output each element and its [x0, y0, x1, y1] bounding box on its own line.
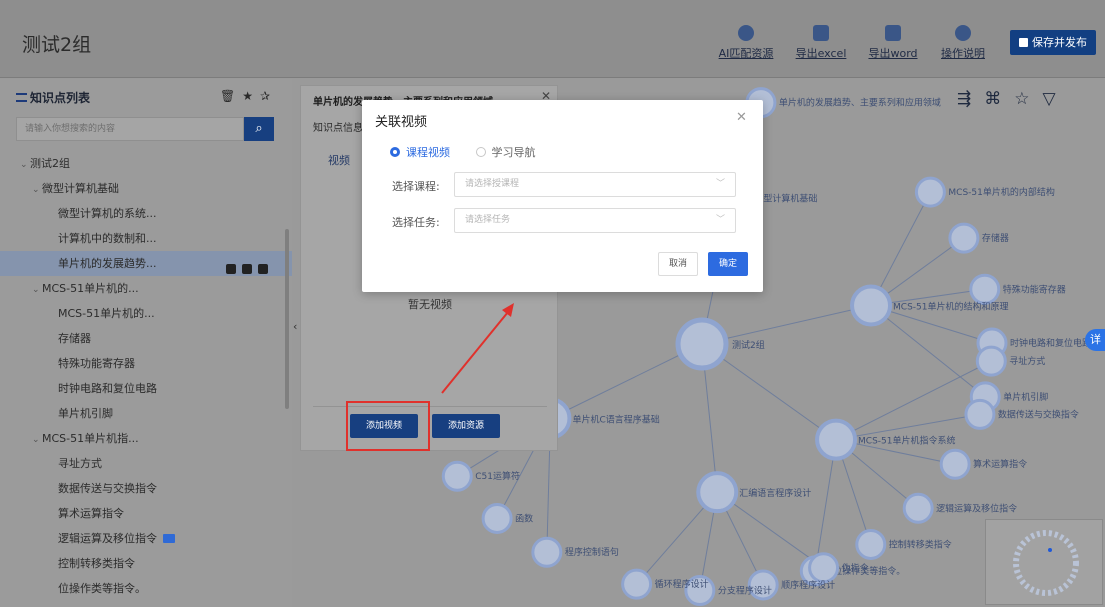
chevron-down-icon: ﹀	[715, 179, 725, 189]
radio-learning-nav-label: 学习导航	[491, 146, 536, 159]
course-label: 选择课程:	[392, 180, 440, 193]
link-video-modal: 关联视频 ✕ 课程视频 学习导航 选择课程: 请选择授课程 ﹀ 选择任务: 请选择…	[362, 100, 763, 292]
course-select[interactable]: 请选择授课程 ﹀	[454, 172, 736, 197]
modal-title: 关联视频	[375, 115, 428, 130]
annotation-arrow	[441, 303, 514, 394]
close-icon[interactable]: ✕	[736, 110, 747, 125]
confirm-button[interactable]: 确定	[708, 252, 748, 276]
radio-course-video[interactable]: 课程视频	[390, 144, 450, 160]
task-select-placeholder: 请选择任务	[465, 215, 511, 225]
app-root: 测试2组 AI匹配资源 导出excel 导出word 操作说明 保存并发布 知识…	[0, 0, 1105, 607]
radio-dot	[390, 147, 400, 157]
radio-dot	[475, 147, 486, 157]
task-select[interactable]: 请选择任务 ﹀	[454, 208, 736, 233]
chevron-down-icon: ﹀	[715, 215, 725, 225]
task-label: 选择任务:	[392, 216, 440, 229]
cancel-button[interactable]: 取消	[658, 252, 698, 276]
video-source-radios: 课程视频 学习导航	[390, 144, 558, 160]
annotation-arrow-line	[441, 311, 509, 394]
course-select-placeholder: 请选择授课程	[465, 179, 520, 189]
annotation-arrow-head	[502, 303, 514, 317]
radio-learning-nav[interactable]: 学习导航	[475, 144, 536, 160]
radio-course-video-label: 课程视频	[406, 146, 450, 159]
